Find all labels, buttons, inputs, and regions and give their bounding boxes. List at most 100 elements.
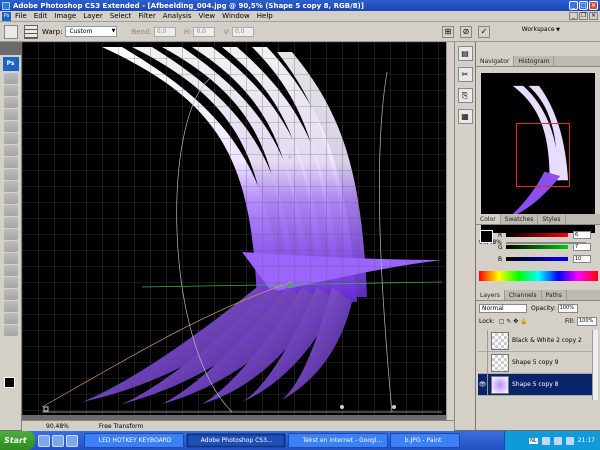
- minimize-button[interactable]: _: [569, 1, 578, 10]
- tab-layers[interactable]: Layers: [476, 290, 505, 300]
- eraser-tool-icon[interactable]: [3, 193, 18, 204]
- brush-tool-icon[interactable]: [3, 157, 18, 168]
- move-tool-icon[interactable]: [3, 73, 18, 84]
- tab-styles[interactable]: Styles: [538, 214, 566, 224]
- doc-close-button[interactable]: ×: [589, 12, 598, 20]
- cancel-transform-icon[interactable]: ⊘: [460, 25, 473, 38]
- layers-scrollbar[interactable]: [592, 330, 598, 400]
- document-canvas[interactable]: [22, 42, 454, 415]
- menu-help[interactable]: Help: [257, 12, 273, 20]
- quick-select-tool-icon[interactable]: [3, 109, 18, 120]
- menu-edit[interactable]: Edit: [34, 12, 48, 20]
- menu-window[interactable]: Window: [222, 12, 250, 20]
- menu-image[interactable]: Image: [54, 12, 76, 20]
- tab-paths[interactable]: Paths: [542, 290, 567, 300]
- layer-row[interactable]: Black & White 2 copy 2: [478, 329, 592, 352]
- history-icon[interactable]: ▦: [457, 109, 473, 124]
- volume-icon[interactable]: [565, 436, 574, 445]
- marquee-tool-icon[interactable]: [3, 85, 18, 96]
- menu-select[interactable]: Select: [110, 12, 132, 20]
- tab-swatches[interactable]: Swatches: [501, 214, 539, 224]
- bend-field[interactable]: 0,0: [153, 26, 176, 37]
- blur-tool-icon[interactable]: [3, 217, 18, 228]
- clone-source-icon[interactable]: ⎘: [457, 88, 473, 103]
- menu-filter[interactable]: Filter: [138, 12, 155, 20]
- menu-analysis[interactable]: Analysis: [163, 12, 192, 20]
- notes-tool-icon[interactable]: [3, 301, 18, 312]
- transform-tool-icon[interactable]: [4, 24, 18, 39]
- fill-field[interactable]: 100%: [577, 317, 597, 326]
- color-spectrum-bar[interactable]: [479, 271, 598, 281]
- crop-tool-icon[interactable]: [3, 121, 18, 132]
- g-slider[interactable]: [506, 245, 568, 249]
- maximize-button[interactable]: □: [579, 1, 588, 10]
- color-foreground-swatch[interactable]: [480, 230, 493, 243]
- layer-row-selected[interactable]: 👁 Shape 5 copy 8: [478, 373, 592, 396]
- g-field[interactable]: 7: [573, 243, 591, 251]
- taskbar-item-active[interactable]: Adobe Photoshop CS3...: [185, 433, 286, 448]
- tray-icon[interactable]: [541, 436, 550, 445]
- r-slider[interactable]: [506, 233, 568, 237]
- clone-stamp-tool-icon[interactable]: [3, 169, 18, 180]
- language-indicator[interactable]: NL: [529, 437, 538, 444]
- doc-restore-button[interactable]: ❐: [579, 12, 588, 20]
- close-button[interactable]: ×: [589, 1, 598, 10]
- shape-tool-icon[interactable]: [3, 277, 18, 288]
- commit-transform-icon[interactable]: ✓: [478, 25, 491, 38]
- navigator-preview[interactable]: [481, 73, 595, 233]
- quick-launch-icon[interactable]: [37, 434, 50, 447]
- type-tool-icon[interactable]: [3, 253, 18, 264]
- zoom-tool-icon[interactable]: [3, 325, 18, 336]
- r-field[interactable]: 6: [573, 231, 591, 239]
- taskbar-item[interactable]: Tekst en internet - Googl...: [287, 433, 388, 448]
- foreground-color-swatch[interactable]: [4, 377, 15, 388]
- taskbar-item[interactable]: LED HOTKEY KEYBOARD: [83, 433, 184, 448]
- lock-label: Lock:: [479, 318, 495, 325]
- start-button[interactable]: Start: [0, 431, 35, 450]
- taskbar-item[interactable]: b.JPG - Paint: [389, 433, 460, 448]
- doc-minimize-button[interactable]: _: [569, 12, 578, 20]
- window-controls: _ □ ×: [569, 1, 598, 10]
- path-select-tool-icon[interactable]: [3, 265, 18, 276]
- tab-histogram[interactable]: Histogram: [514, 56, 555, 66]
- hand-tool-icon[interactable]: [3, 313, 18, 324]
- eyedropper-tool-icon[interactable]: [3, 133, 18, 144]
- tab-color[interactable]: Color: [476, 214, 501, 224]
- menu-file[interactable]: File: [15, 12, 27, 20]
- b-field[interactable]: 10: [573, 255, 591, 263]
- lasso-tool-icon[interactable]: [3, 97, 18, 108]
- gradient-tool-icon[interactable]: [3, 205, 18, 216]
- eye-icon[interactable]: 👁: [478, 373, 488, 396]
- switch-mode-icon[interactable]: ⊞: [442, 25, 455, 38]
- history-brush-tool-icon[interactable]: [3, 181, 18, 192]
- navigator-view-frame[interactable]: [516, 123, 570, 187]
- v-field[interactable]: 0,0: [232, 26, 255, 37]
- pen-tool-icon[interactable]: [3, 241, 18, 252]
- workspace-menu[interactable]: Workspace: [522, 26, 560, 33]
- blend-mode-select[interactable]: Normal: [479, 304, 527, 313]
- warp-grid-icon[interactable]: [24, 24, 38, 39]
- tray-icon[interactable]: [553, 436, 562, 445]
- layer-row[interactable]: Shape 5 copy 9: [478, 351, 592, 374]
- visibility-toggle[interactable]: [478, 351, 488, 374]
- ps-doc-icon[interactable]: Ps: [2, 11, 11, 21]
- lock-icons[interactable]: ▢ ✎ ✥ 🔒: [499, 318, 528, 325]
- menu-layer[interactable]: Layer: [83, 12, 103, 20]
- opacity-field[interactable]: 100%: [557, 304, 578, 313]
- brushes-icon[interactable]: ✂: [457, 67, 473, 82]
- visibility-toggle[interactable]: [478, 329, 488, 352]
- quick-launch-icon[interactable]: [65, 434, 78, 447]
- h-field[interactable]: 0,0: [193, 26, 216, 37]
- dodge-tool-icon[interactable]: [3, 229, 18, 240]
- tab-navigator[interactable]: Navigator: [476, 56, 515, 66]
- tool-presets-icon[interactable]: ▤: [457, 46, 473, 61]
- menu-view[interactable]: View: [199, 12, 216, 20]
- healing-tool-icon[interactable]: [3, 145, 18, 156]
- tab-channels[interactable]: Channels: [505, 290, 542, 300]
- quick-launch-icon[interactable]: [51, 434, 64, 447]
- canvas-vertical-scrollbar[interactable]: [446, 42, 454, 420]
- 3d-tool-icon[interactable]: [3, 289, 18, 300]
- zoom-level[interactable]: 90,48%: [46, 423, 69, 430]
- b-slider[interactable]: [506, 257, 568, 261]
- warp-select[interactable]: Custom: [65, 26, 118, 37]
